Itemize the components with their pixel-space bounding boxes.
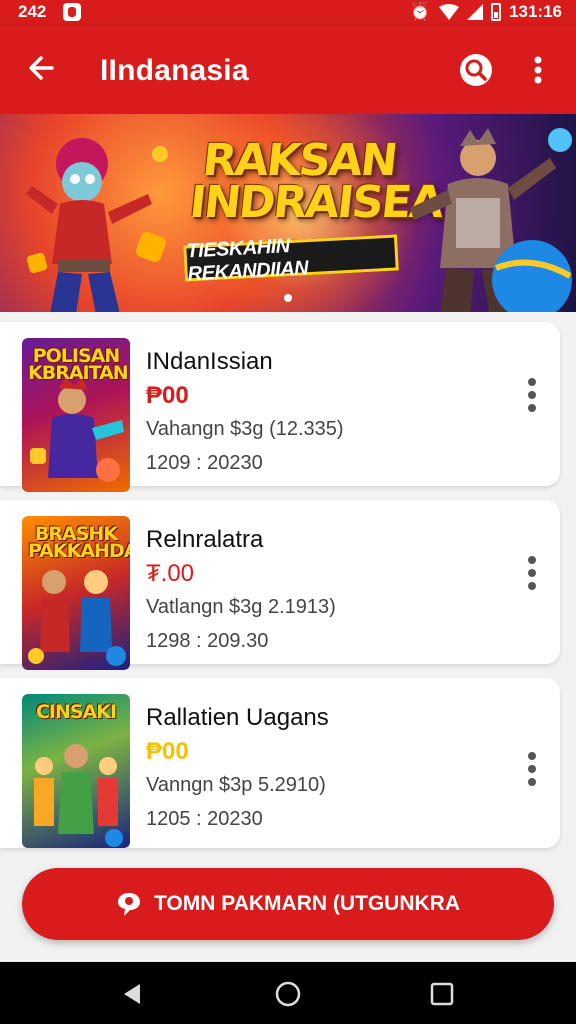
item-meta: Vatlangn $3g 2.1913) [146,596,336,618]
item-thumbnail: CINSAKI [22,694,130,848]
notification-icon [63,3,81,21]
banner-hero-right-image [410,128,572,312]
list-item[interactable]: POLISAN KBRAITAN INdanIssian ₱00 Vahangn… [0,322,560,492]
item-name: Rallatien Uagans [146,704,329,731]
banner-headline: RAKSAN INDRAISEA [187,135,445,228]
more-vert-icon[interactable] [524,52,552,88]
battery-icon [491,3,502,21]
search-icon[interactable] [458,52,494,88]
list-item[interactable]: BRASHK PAKKAHDAN Relnralatra ₮.00 Vatlan… [0,500,560,670]
page-title: IIndanasia [100,54,249,87]
item-price: ₱00 [146,738,189,765]
thumbnail-title: CINSAKI [35,701,117,723]
signal-icon [467,4,484,20]
list-item[interactable]: CINSAKI Rallatien Uagans ₱00 Vanngn $3p … [0,678,560,848]
item-price: ₱00 [146,382,189,409]
item-thumbnail: BRASHK PAKKAHDAN [22,516,130,670]
item-more-icon[interactable] [522,556,542,596]
item-price: ₮.00 [146,560,195,587]
nav-recents-icon[interactable] [428,980,456,1008]
status-icons: ⏰ 131:16 [410,2,562,22]
back-arrow-icon[interactable] [24,50,60,86]
wifi-icon [439,4,460,20]
nav-back-icon[interactable] [118,980,146,1008]
chat-bubble-icon [117,893,140,916]
primary-action-label: TOMN PAKMARN (UTGUNKRA [153,892,461,915]
app-bar: IIndanasia [0,26,576,114]
thumbnail-title: POLISAN KBRAITAN [28,345,129,384]
item-name: Relnralatra [146,526,264,553]
banner-headline-line2: INDRAISEA [187,177,445,228]
item-more-icon[interactable] [522,752,542,792]
status-time-left: 242 [18,2,47,21]
item-more-icon[interactable] [522,378,542,418]
banner-pager-dot [284,294,292,302]
nav-home-icon[interactable] [274,980,302,1008]
item-date: 1209 : 20230 [146,452,263,474]
status-time-right: 131:16 [509,2,562,21]
thumbnail-art [30,378,124,482]
item-date: 1298 : 209.30 [146,630,269,652]
thumbnail-art [34,744,123,847]
item-name: INdanIssian [146,348,273,375]
thumbnail-title: BRASHK PAKKAHDAN [28,523,130,562]
item-date: 1205 : 20230 [146,808,263,830]
alarm-icon: ⏰ [409,2,432,21]
item-meta: Vahangn $3g (12.335) [146,418,344,440]
promo-banner[interactable]: RAKSAN INDRAISEA TIESKAHIN REKANDIIAN [0,114,576,312]
item-thumbnail: POLISAN KBRAITAN [22,338,130,492]
primary-action-button[interactable]: TOMN PAKMARN (UTGUNKRA [22,868,554,940]
system-nav-bar [0,962,576,1024]
thumbnail-art [28,570,126,666]
status-bar: 242 ⏰ 131:16 [0,0,576,26]
item-meta: Vanngn $3p 5.2910) [146,774,326,796]
banner-tagline: TIESKAHIN REKANDIIAN [183,234,399,285]
banner-headline-line1: RAKSAN [200,135,399,186]
banner-hero-left-image [26,138,168,312]
